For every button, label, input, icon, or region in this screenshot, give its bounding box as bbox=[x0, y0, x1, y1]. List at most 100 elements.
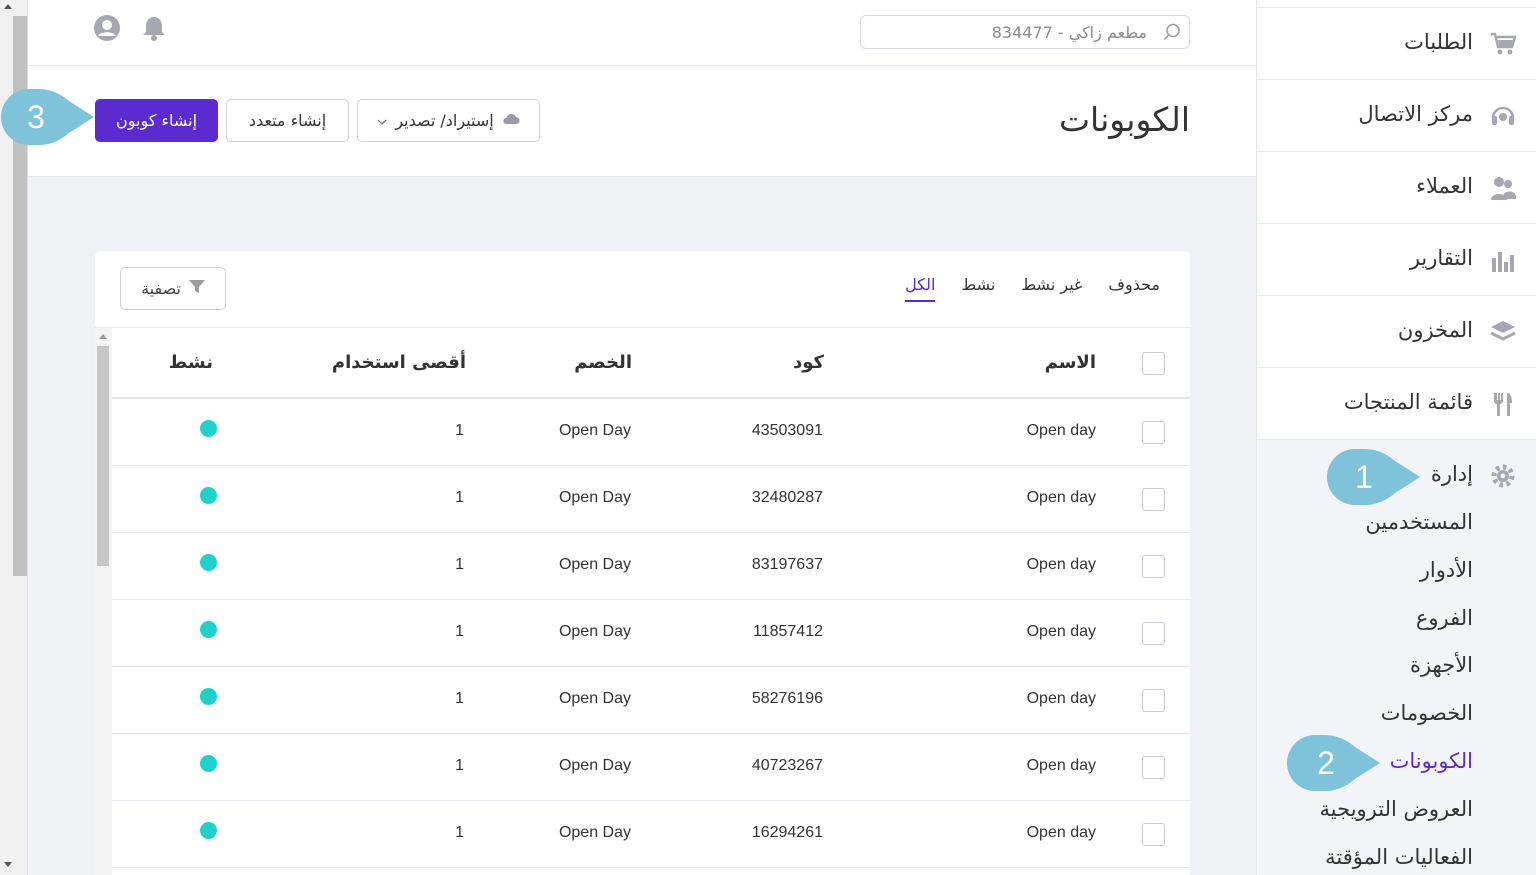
sidebar-sub-temporary-events[interactable]: الفعاليات المؤقتة bbox=[1325, 845, 1473, 869]
sidebar-sub-roles[interactable]: الأدوار bbox=[1420, 558, 1473, 582]
cell-discount: Open Day bbox=[558, 422, 631, 439]
table-row[interactable]: Open day 32480287 Open Day 1 bbox=[112, 466, 1190, 533]
cell-name: Open day bbox=[1026, 422, 1096, 439]
cell-discount: Open Day bbox=[558, 690, 631, 707]
table-scroll-up-icon[interactable] bbox=[99, 334, 107, 339]
sidebar-sub-devices[interactable]: الأجهزة bbox=[1410, 653, 1473, 677]
search-box[interactable] bbox=[860, 15, 1190, 49]
table-scrollbar-thumb[interactable] bbox=[97, 346, 109, 566]
cell-name: Open day bbox=[1026, 623, 1096, 640]
create-multiple-button[interactable]: إنشاء متعدد bbox=[226, 99, 349, 142]
active-status-dot bbox=[200, 487, 217, 504]
cell-name: Open day bbox=[1026, 824, 1096, 841]
active-status-dot bbox=[200, 755, 217, 772]
gear-icon bbox=[1489, 462, 1517, 490]
sidebar-sub-branches[interactable]: الفروع bbox=[1416, 606, 1473, 630]
table-row[interactable]: Open day 43503091 Open Day 1 bbox=[112, 399, 1190, 466]
tab-active[interactable]: نشط bbox=[961, 275, 995, 302]
sidebar-sub-promotions[interactable]: العروض الترويجية bbox=[1320, 797, 1473, 821]
tab-deleted[interactable]: محذوف bbox=[1108, 275, 1160, 302]
sidebar-item-menu[interactable]: قائمة المنتجات bbox=[1257, 368, 1536, 440]
page-title: الكوبونات bbox=[1058, 100, 1190, 139]
search-icon[interactable] bbox=[1163, 23, 1181, 41]
sidebar-top-divider bbox=[1257, 0, 1536, 8]
cell-max-uses: 1 bbox=[455, 489, 464, 506]
sidebar-item-reports[interactable]: التقارير bbox=[1257, 224, 1536, 296]
row-checkbox[interactable] bbox=[1142, 421, 1165, 444]
table-row[interactable]: Open day 58276196 Open Day 1 bbox=[112, 667, 1190, 734]
row-checkbox[interactable] bbox=[1142, 622, 1165, 645]
table-row[interactable]: Open day 11857412 Open Day 1 bbox=[112, 600, 1190, 667]
import-export-button[interactable]: إستيراد/ تصدير bbox=[357, 99, 540, 142]
sidebar-item-label: المخزون bbox=[1397, 318, 1473, 342]
cell-name: Open day bbox=[1026, 757, 1096, 774]
row-checkbox[interactable] bbox=[1142, 756, 1165, 779]
top-header bbox=[28, 0, 1256, 66]
cell-discount: Open Day bbox=[558, 824, 631, 841]
callout-marker-3: 3 bbox=[0, 88, 94, 146]
callout-marker-2: 2 bbox=[1286, 734, 1380, 792]
cell-max-uses: 1 bbox=[455, 757, 464, 774]
chevron-down-icon bbox=[377, 111, 387, 130]
sidebar-item-label: التقارير bbox=[1409, 246, 1473, 270]
bar-chart-icon bbox=[1489, 246, 1517, 274]
cell-discount: Open Day bbox=[558, 623, 631, 640]
search-input[interactable] bbox=[861, 16, 1151, 48]
row-checkbox[interactable] bbox=[1142, 488, 1165, 511]
import-export-label: إستيراد/ تصدير bbox=[395, 111, 494, 130]
row-checkbox[interactable] bbox=[1142, 689, 1165, 712]
cell-code: 43503091 bbox=[751, 422, 823, 439]
callout-number: 3 bbox=[27, 98, 45, 135]
create-coupon-button[interactable]: إنشاء كوبون bbox=[95, 99, 218, 142]
sidebar-item-orders[interactable]: الطلبات bbox=[1257, 8, 1536, 80]
table-scrollbar[interactable] bbox=[95, 328, 112, 875]
column-header-max-uses[interactable]: أقصى استخدام bbox=[332, 352, 466, 373]
cell-discount: Open Day bbox=[558, 757, 631, 774]
sidebar-item-customers[interactable]: العملاء bbox=[1257, 152, 1536, 224]
cell-name: Open day bbox=[1026, 489, 1096, 506]
tab-inactive[interactable]: غير نشط bbox=[1021, 275, 1082, 302]
cell-name: Open day bbox=[1026, 690, 1096, 707]
headset-icon bbox=[1489, 102, 1517, 130]
sidebar-item-admin[interactable]: إدارة bbox=[1431, 462, 1473, 486]
column-header-code[interactable]: كود bbox=[793, 352, 824, 373]
scroll-up-arrow-icon[interactable] bbox=[4, 4, 12, 9]
bell-icon[interactable] bbox=[140, 14, 168, 42]
select-all-checkbox[interactable] bbox=[1142, 352, 1165, 375]
row-checkbox[interactable] bbox=[1142, 823, 1165, 846]
filter-button[interactable]: تصفية bbox=[120, 267, 226, 310]
cell-code: 58276196 bbox=[751, 690, 823, 707]
column-header-name[interactable]: الاسم bbox=[1045, 352, 1096, 373]
sidebar-item-inventory[interactable]: المخزون bbox=[1257, 296, 1536, 368]
cell-name: Open day bbox=[1026, 556, 1096, 573]
sidebar-item-label: الطلبات bbox=[1404, 30, 1473, 54]
callout-number: 2 bbox=[1317, 744, 1335, 781]
column-header-active[interactable]: نشط bbox=[169, 352, 213, 373]
column-header-discount[interactable]: الخصم bbox=[574, 352, 632, 373]
sidebar-sub-coupons[interactable]: الكوبونات bbox=[1390, 749, 1473, 773]
table-row[interactable]: Open day 83197637 Open Day 1 bbox=[112, 533, 1190, 600]
active-status-dot bbox=[200, 420, 217, 437]
sidebar-sub-discounts[interactable]: الخصومات bbox=[1381, 701, 1473, 725]
cell-max-uses: 1 bbox=[455, 623, 464, 640]
cell-code: 40723267 bbox=[751, 757, 823, 774]
fork-knife-icon bbox=[1489, 390, 1517, 418]
cell-code: 11857412 bbox=[753, 623, 823, 640]
user-avatar-icon[interactable] bbox=[93, 14, 121, 42]
cell-code: 32480287 bbox=[751, 489, 823, 506]
sidebar-item-label: مركز الاتصال bbox=[1358, 102, 1473, 126]
cell-max-uses: 1 bbox=[455, 422, 464, 439]
row-checkbox[interactable] bbox=[1142, 555, 1165, 578]
cart-icon bbox=[1489, 30, 1517, 58]
table-header: الاسم كود الخصم أقصى استخدام نشط bbox=[112, 328, 1190, 399]
cloud-icon bbox=[502, 111, 520, 130]
sidebar-sub-users[interactable]: المستخدمين bbox=[1365, 510, 1473, 534]
scroll-down-arrow-icon[interactable] bbox=[4, 862, 12, 867]
cell-code: 16294261 bbox=[751, 824, 823, 841]
table-row[interactable]: Open day 16294261 Open Day 1 bbox=[112, 801, 1190, 868]
filter-label: تصفية bbox=[141, 279, 181, 298]
tab-all[interactable]: الكل bbox=[905, 275, 936, 302]
status-tabs: الكل نشط غير نشط محذوف bbox=[905, 275, 1160, 302]
table-row[interactable]: Open day 40723267 Open Day 1 bbox=[112, 734, 1190, 801]
sidebar-item-call-center[interactable]: مركز الاتصال bbox=[1257, 80, 1536, 152]
